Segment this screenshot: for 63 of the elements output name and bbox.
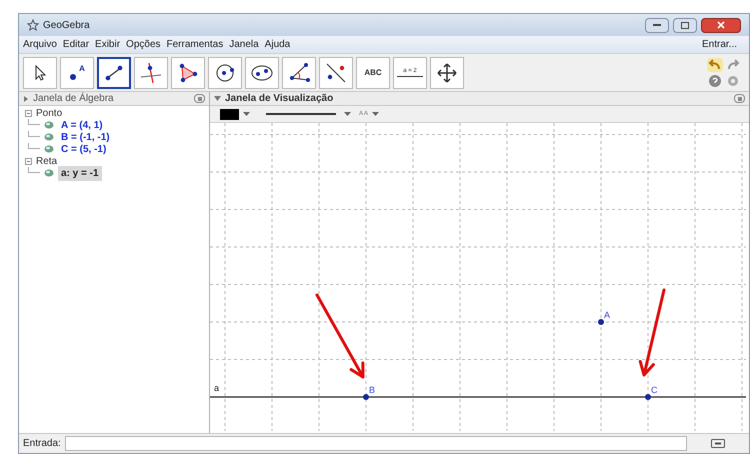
perpendicular-tool-button[interactable] — [134, 56, 168, 88]
point-label: A — [604, 310, 610, 320]
polygon-tool-button[interactable] — [171, 56, 205, 88]
menu-item[interactable]: Janela — [229, 37, 259, 52]
maximize-button[interactable] — [673, 18, 697, 32]
point[interactable] — [598, 319, 604, 325]
point-label: B — [369, 385, 376, 395]
expand-toggle[interactable] — [25, 110, 32, 116]
algebra-entry[interactable]: B = (-1, -1) — [58, 130, 113, 144]
tree-group-label[interactable]: Ponto — [36, 106, 62, 120]
line[interactable] — [210, 396, 746, 398]
line-label: a — [214, 383, 220, 393]
menu-item[interactable]: Editar — [62, 37, 90, 52]
keyboard-icon[interactable] — [711, 439, 725, 448]
star-icon — [27, 19, 39, 31]
panel-title: Janela de Visualização — [225, 92, 334, 106]
menu-item[interactable]: Opções — [126, 37, 161, 52]
tree-group-label[interactable]: Reta — [36, 154, 58, 168]
collapse-arrow-icon[interactable] — [23, 96, 29, 102]
close-panel-button[interactable] — [194, 94, 205, 103]
close-panel-button[interactable] — [734, 94, 745, 103]
input-label: Entrada: — [23, 437, 61, 451]
line-style-button[interactable] — [266, 112, 351, 116]
point-label: C — [651, 385, 658, 395]
reflect-tool-button[interactable] — [319, 56, 353, 88]
expand-toggle[interactable] — [25, 158, 32, 164]
caret-icon — [372, 112, 380, 116]
ellipse-tool-button[interactable] — [245, 56, 279, 88]
pan-tool-button[interactable] — [430, 56, 464, 88]
panel-title: Janela de Álgebra — [33, 91, 114, 106]
move-tool-button[interactable] — [23, 56, 57, 88]
menu-item[interactable]: Ferramentas — [166, 37, 224, 52]
point[interactable] — [363, 394, 369, 400]
visibility-ball-icon[interactable] — [44, 169, 54, 177]
segment-tool-button[interactable] — [97, 56, 131, 88]
close-button[interactable] — [701, 18, 741, 32]
undo-icon[interactable] — [707, 58, 723, 72]
dot-icon — [69, 72, 78, 80]
visibility-ball-icon[interactable] — [44, 133, 54, 141]
graphics-canvas[interactable]: a A B C — [210, 123, 749, 433]
close-icon — [717, 21, 725, 29]
menu-item[interactable]: Exibir — [95, 37, 120, 52]
input-field[interactable] — [64, 436, 687, 451]
algebra-entry[interactable]: C = (5, -1) — [58, 142, 110, 156]
angle-tool-button[interactable] — [282, 56, 316, 88]
text-tool-button[interactable]: ABC — [356, 56, 390, 88]
collapse-arrow-icon[interactable] — [214, 96, 221, 101]
menu-item[interactable]: Ajuda — [264, 37, 290, 52]
visibility-ball-icon[interactable] — [44, 145, 54, 153]
point[interactable] — [645, 394, 651, 400]
minimize-button[interactable] — [645, 18, 669, 32]
color-button[interactable] — [220, 108, 250, 120]
login-link[interactable]: Entrar... — [702, 37, 745, 52]
point-tool-button[interactable]: A — [60, 56, 94, 88]
algebra-entry[interactable]: a: y = -1 — [58, 166, 102, 180]
caret-icon — [243, 112, 250, 116]
caret-icon — [344, 112, 351, 116]
visibility-ball-icon[interactable] — [44, 121, 54, 129]
window-title: GeoGebra — [43, 18, 90, 32]
menu-item[interactable]: Arquivo — [23, 37, 57, 52]
circle-tool-button[interactable] — [208, 56, 242, 88]
algebra-entry[interactable]: A = (4, 1) — [58, 118, 106, 132]
help-icon[interactable] — [707, 74, 723, 88]
